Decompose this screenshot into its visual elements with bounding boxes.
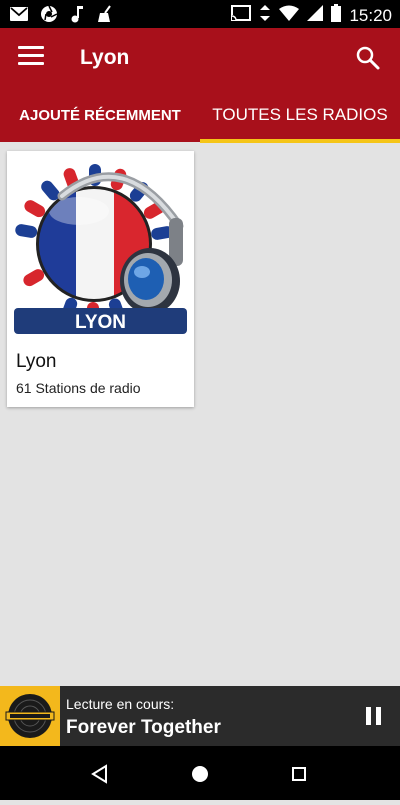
- broom-icon: [96, 5, 114, 28]
- mail-icon: [10, 7, 28, 26]
- home-icon: [192, 766, 208, 782]
- aperture-icon: [40, 5, 58, 28]
- music-note-icon: [70, 5, 84, 28]
- pause-icon: [366, 707, 371, 725]
- tab-all-radios[interactable]: TOUTES LES RADIOS: [200, 88, 400, 142]
- france-headphones-logo: LYON: [14, 164, 187, 334]
- tab-label: AJOUTÉ RÉCEMMENT: [19, 106, 181, 124]
- pause-button[interactable]: [366, 707, 382, 725]
- card-subtitle: 61 Stations de radio: [16, 380, 141, 396]
- back-icon: [91, 764, 107, 784]
- search-button[interactable]: [354, 44, 382, 72]
- menu-button[interactable]: [18, 46, 44, 70]
- now-playing-label: Lecture en cours:: [66, 696, 175, 712]
- search-icon: [356, 46, 380, 70]
- back-button[interactable]: [91, 764, 107, 784]
- wifi-icon: [279, 5, 300, 26]
- tab-bar: AJOUTÉ RÉCEMMENT TOUTES LES RADIOS: [0, 88, 400, 142]
- battery-icon: [331, 4, 342, 27]
- page-title: Lyon: [80, 46, 130, 69]
- signal-icon: [307, 5, 324, 26]
- status-bar: 15:20: [0, 0, 400, 28]
- hamburger-menu-icon: [18, 46, 44, 49]
- card-title: Lyon: [16, 351, 57, 372]
- radio-card[interactable]: LYON Lyon 61 Stations de radio: [7, 151, 194, 407]
- tab-recently-added[interactable]: AJOUTÉ RÉCEMMENT: [0, 88, 200, 142]
- notification-icons: [10, 5, 114, 28]
- track-title: Forever Together: [66, 717, 221, 738]
- vibrate-icon: [259, 5, 271, 26]
- cast-icon: [231, 5, 252, 26]
- tab-indicator: [200, 139, 400, 143]
- home-button[interactable]: [192, 766, 208, 782]
- clock: 15:20: [349, 5, 392, 25]
- navigation-bar: [0, 746, 400, 800]
- app-bar: Lyon: [0, 28, 400, 88]
- tab-label: TOUTES LES RADIOS: [212, 105, 388, 124]
- now-playing-bar[interactable]: Lecture en cours: Forever Together: [0, 686, 400, 746]
- banner-text: LYON: [75, 312, 126, 333]
- recents-button[interactable]: [292, 767, 306, 781]
- station-thumbnail: [0, 686, 60, 746]
- recents-icon: [292, 767, 306, 781]
- system-icons: 15:20: [231, 4, 392, 27]
